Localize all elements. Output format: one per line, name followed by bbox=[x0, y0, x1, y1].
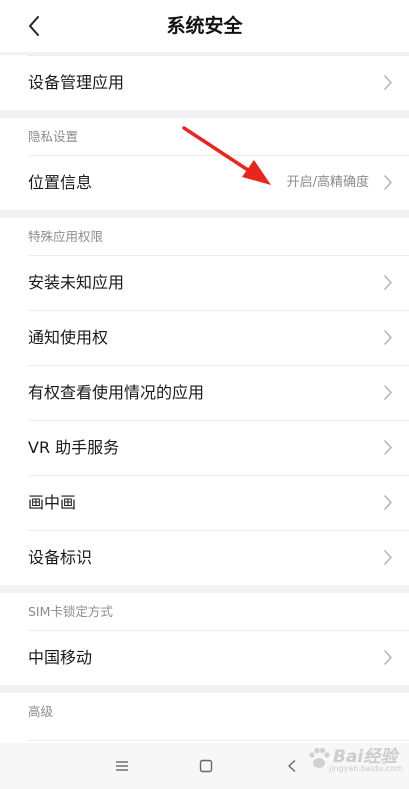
row-vr-helper-services[interactable]: VR 助手服务 bbox=[0, 420, 409, 475]
row-device-identifiers[interactable]: 设备标识 bbox=[0, 530, 409, 585]
row-value-location-mode: 开启/高精确度 bbox=[286, 175, 369, 190]
row-label: 通知使用权 bbox=[28, 328, 109, 347]
section-header-advanced: 高级 bbox=[28, 704, 54, 719]
section-header-sim: SIM卡锁定方式 bbox=[28, 604, 113, 619]
top-app-bar: 系统安全 bbox=[0, 0, 409, 52]
home-button[interactable] bbox=[194, 755, 218, 777]
chevron-right-icon bbox=[384, 440, 392, 455]
chevron-right-icon bbox=[384, 650, 392, 665]
menu-button[interactable] bbox=[110, 755, 134, 777]
nav-back-button[interactable] bbox=[280, 755, 304, 777]
row-usage-access[interactable]: 有权查看使用情况的应用 bbox=[0, 365, 409, 420]
row-label: 画中画 bbox=[28, 493, 77, 512]
chevron-right-icon bbox=[384, 495, 392, 510]
chevron-right-icon bbox=[384, 385, 392, 400]
device-section: 设备管理应用 bbox=[0, 55, 409, 110]
sim-lock-section: SIM卡锁定方式 中国移动 bbox=[0, 593, 409, 685]
advanced-section: 高级 bbox=[0, 693, 409, 743]
section-header-privacy: 隐私设置 bbox=[28, 129, 79, 144]
privacy-section: 隐私设置 位置信息 开启/高精确度 bbox=[0, 118, 409, 210]
chevron-right-icon bbox=[384, 275, 392, 290]
row-label: 安装未知应用 bbox=[28, 273, 125, 292]
chevron-right-icon bbox=[384, 175, 392, 190]
row-location[interactable]: 位置信息 开启/高精确度 bbox=[0, 155, 409, 210]
watermark-url: jingyan.baidu.com bbox=[329, 764, 403, 773]
row-notification-access[interactable]: 通知使用权 bbox=[0, 310, 409, 365]
row-label: 设备标识 bbox=[28, 548, 93, 567]
chevron-right-icon bbox=[384, 550, 392, 565]
back-triangle-icon bbox=[288, 759, 296, 773]
home-square-icon bbox=[199, 759, 213, 773]
row-label: 有权查看使用情况的应用 bbox=[28, 383, 205, 402]
page-title: 系统安全 bbox=[166, 15, 243, 37]
chevron-right-icon bbox=[384, 75, 392, 90]
row-picture-in-picture[interactable]: 画中画 bbox=[0, 475, 409, 530]
row-label: 中国移动 bbox=[28, 648, 93, 667]
row-china-mobile[interactable]: 中国移动 bbox=[0, 630, 409, 685]
menu-icon bbox=[116, 761, 128, 771]
special-permissions-section: 特殊应用权限 安装未知应用 通知使用权 有权查看使用情况的应用 VR 助手服务 … bbox=[0, 218, 409, 585]
row-device-admin-apps[interactable]: 设备管理应用 bbox=[0, 55, 409, 110]
row-label: VR 助手服务 bbox=[28, 438, 120, 457]
row-label: 位置信息 bbox=[28, 173, 93, 192]
chevron-right-icon bbox=[384, 330, 392, 345]
row-install-unknown-apps[interactable]: 安装未知应用 bbox=[0, 255, 409, 310]
baidu-jingyan-watermark: Bai经验 jingyan.baidu.com bbox=[303, 740, 403, 780]
section-header-special: 特殊应用权限 bbox=[28, 229, 104, 244]
divider bbox=[28, 475, 409, 476]
row-label: 设备管理应用 bbox=[28, 73, 125, 92]
